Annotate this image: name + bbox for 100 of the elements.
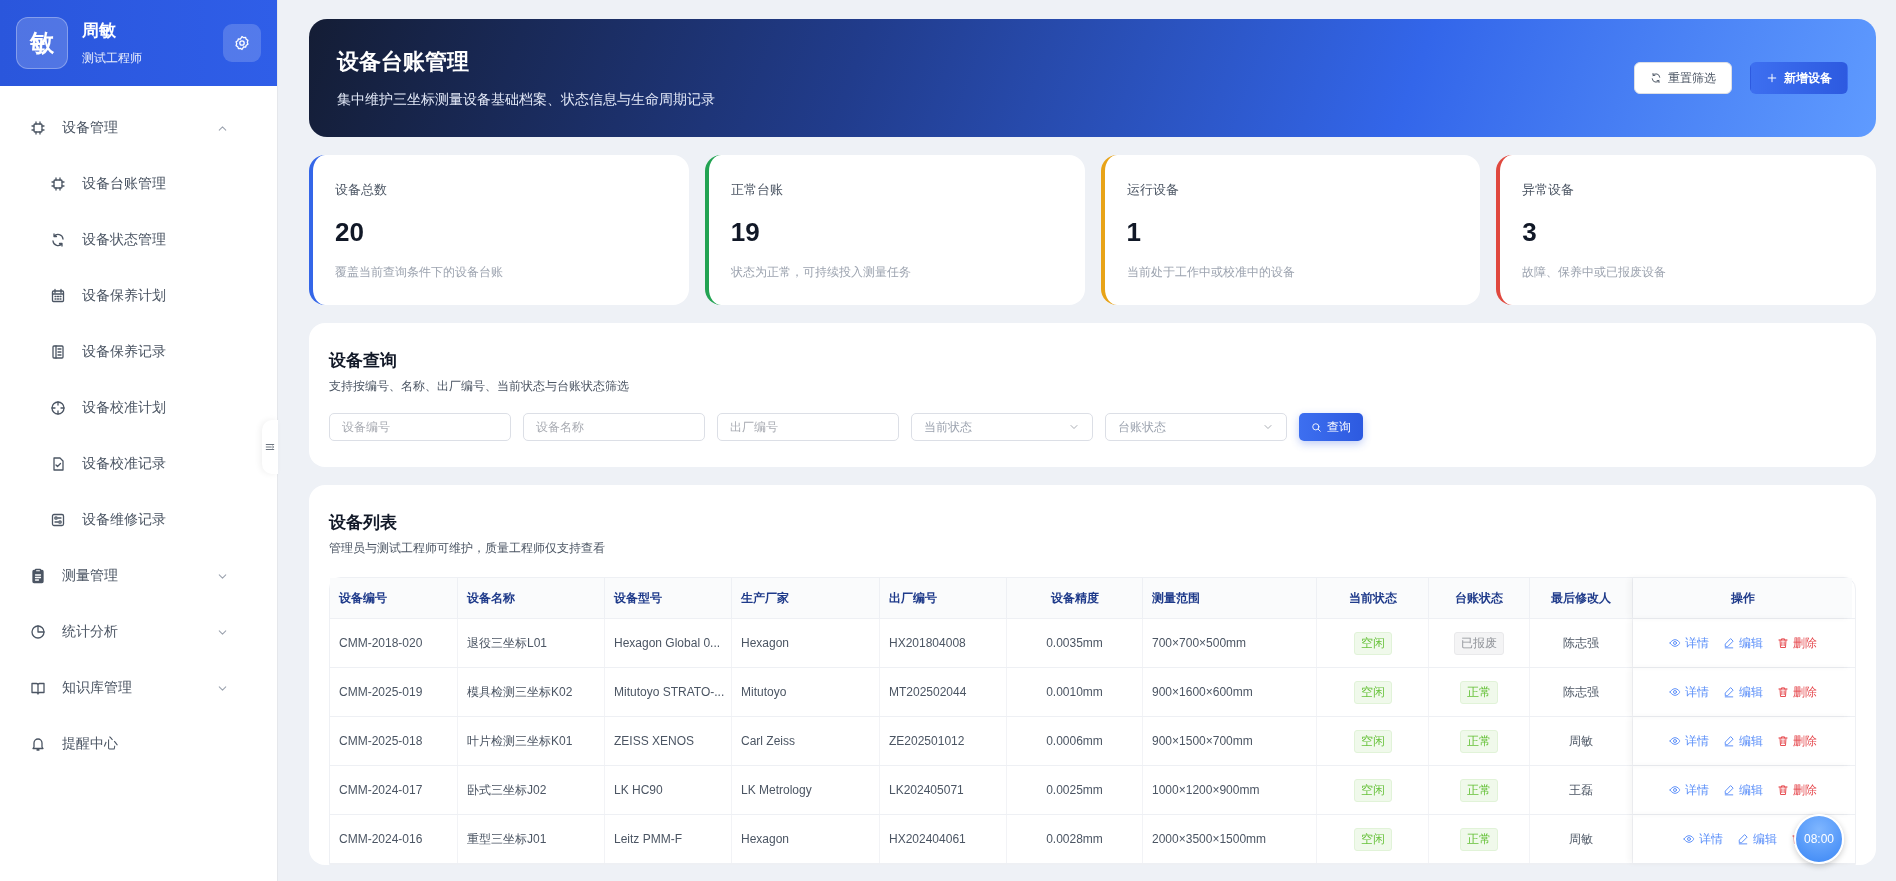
reset-button[interactable]: 重置筛选 [1634, 62, 1732, 94]
menu-group[interactable]: 设备管理 [0, 100, 259, 156]
menu-group[interactable]: 提醒中心 [0, 716, 259, 772]
avatar: 敏 [16, 17, 68, 69]
table-cell: CMM-2025-019 [330, 668, 458, 716]
menu-group[interactable]: 测量管理 [0, 548, 259, 604]
menu-item[interactable]: 设备台账管理 [0, 156, 259, 212]
column-header: 当前状态 [1317, 578, 1429, 618]
view-link[interactable]: 详情 [1668, 634, 1709, 652]
table-cell: 900×1500×700mm [1143, 717, 1317, 765]
view-link[interactable]: 详情 [1668, 781, 1709, 799]
table-cell: LK202405071 [880, 766, 1007, 814]
stat-value: 3 [1522, 217, 1538, 248]
status-tag: 正常 [1460, 680, 1498, 704]
table-cell: Mitutoyo STRATO-... [605, 668, 732, 716]
trash-icon [1776, 637, 1789, 649]
document-check-icon [50, 456, 66, 472]
select-field[interactable]: 当前状态 [911, 413, 1093, 441]
menu-item[interactable]: 设备维修记录 [0, 492, 259, 548]
stat-label: 运行设备 [1126, 181, 1180, 199]
search-button[interactable]: 查询 [1299, 413, 1363, 441]
stat-note: 覆盖当前查询条件下的设备台账 [335, 264, 504, 281]
column-header: 出厂编号 [880, 578, 1007, 618]
table-cell: 陈志强 [1530, 668, 1633, 716]
edit-link[interactable]: 编辑 [1722, 781, 1763, 799]
add-button[interactable]: 新增设备 [1750, 62, 1848, 94]
notebook-icon [50, 344, 66, 360]
table-cell: 0.0028mm [1007, 815, 1143, 863]
status-tag: 空闲 [1353, 778, 1392, 802]
menu-item[interactable]: 设备状态管理 [0, 212, 259, 268]
stat-note: 当前处于工作中或校准中的设备 [1126, 264, 1296, 281]
edit-link[interactable]: 编辑 [1722, 732, 1763, 750]
eye-icon [1668, 686, 1681, 698]
menu-item[interactable]: 设备校准计划 [0, 380, 259, 436]
table-cell: 700×700×500mm [1143, 619, 1317, 667]
trash-icon [1776, 735, 1789, 747]
status-tag: 正常 [1460, 778, 1498, 802]
stat-label: 异常设备 [1522, 181, 1576, 199]
table-cell: Leitz PMM-F [605, 815, 732, 863]
crosshair-icon [50, 400, 66, 416]
stat-note: 状态为正常，可持续投入测量任务 [730, 264, 912, 281]
bell-icon [30, 736, 46, 752]
input-field[interactable]: 设备编号 [329, 413, 511, 441]
edit-link[interactable]: 编辑 [1736, 830, 1777, 848]
column-header: 设备型号 [605, 578, 732, 618]
stat-value: 19 [730, 217, 761, 248]
trash-icon [1776, 784, 1789, 796]
delete-link[interactable]: 删除 [1776, 732, 1817, 750]
pencil-icon [1722, 735, 1735, 747]
plus-icon [1766, 72, 1778, 84]
pie-chart-icon [30, 624, 46, 640]
stat-value: 1 [1126, 217, 1142, 248]
table-cell: 叶片检测三坐标K01 [458, 717, 605, 765]
table-cell: ZE202501012 [880, 717, 1007, 765]
delete-link[interactable]: 删除 [1776, 781, 1817, 799]
table-cell: 模具检测三坐标K02 [458, 668, 605, 716]
select-field[interactable]: 台账状态 [1105, 413, 1287, 441]
table-cell: CMM-2024-016 [330, 815, 458, 863]
refresh-icon [50, 232, 66, 248]
table-cell: 周敏 [1530, 815, 1633, 863]
delete-link[interactable]: 删除 [1776, 634, 1817, 652]
stat-note: 故障、保养中或已报废设备 [1522, 264, 1668, 281]
table-cell: 2000×3500×1500mm [1143, 815, 1317, 863]
menu-group[interactable]: 知识库管理 [0, 660, 259, 716]
edit-link[interactable]: 编辑 [1722, 634, 1763, 652]
pencil-icon [1722, 784, 1735, 796]
calendar-icon [50, 288, 66, 304]
table-cell: Mitutoyo [732, 668, 880, 716]
table-cell: 重型三坐标J01 [458, 815, 605, 863]
column-header: 台账状态 [1429, 578, 1530, 618]
table-cell: CMM-2024-017 [330, 766, 458, 814]
menu-item[interactable]: 设备保养记录 [0, 324, 259, 380]
column-header: 设备编号 [330, 578, 458, 618]
trash-icon [1776, 686, 1789, 698]
input-field[interactable]: 设备名称 [523, 413, 705, 441]
page-title: 设备台账管理 [337, 48, 470, 76]
settings-icon [234, 35, 250, 51]
delete-link[interactable]: 删除 [1776, 683, 1817, 701]
table-cell: MT202502044 [880, 668, 1007, 716]
settings-button[interactable] [223, 24, 261, 62]
view-link[interactable]: 详情 [1682, 830, 1723, 848]
chip-icon [50, 176, 66, 192]
view-link[interactable]: 详情 [1668, 732, 1709, 750]
menu-item[interactable]: 设备校准记录 [0, 436, 259, 492]
table-cell: Hexagon [732, 815, 880, 863]
menu-group[interactable]: 统计分析 [0, 604, 259, 660]
collapse-handle[interactable] [262, 420, 278, 474]
page-subtitle: 集中维护三坐标测量设备基础档案、状态信息与生命周期记录 [337, 91, 716, 109]
input-field[interactable]: 出厂编号 [717, 413, 899, 441]
status-tag: 空闲 [1353, 729, 1392, 753]
menu-item[interactable]: 设备保养计划 [0, 268, 259, 324]
chip-icon [30, 120, 46, 136]
table-cell: 1000×1200×900mm [1143, 766, 1317, 814]
table-cell: LK Metrology [732, 766, 880, 814]
column-header: 最后修改人 [1530, 578, 1633, 618]
view-link[interactable]: 详情 [1668, 683, 1709, 701]
eye-icon [1682, 833, 1695, 845]
stat-label: 正常台账 [730, 181, 784, 199]
edit-link[interactable]: 编辑 [1722, 683, 1763, 701]
table-cell: CMM-2018-020 [330, 619, 458, 667]
